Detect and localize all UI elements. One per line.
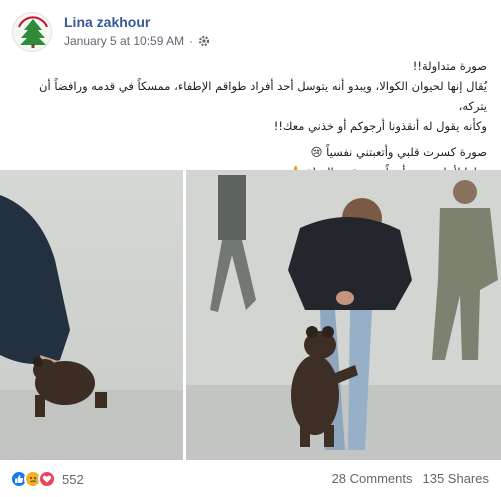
koala-firefighter-image bbox=[0, 170, 501, 460]
post-text-line: صورة كسرت قلبي وأتعبتني نفسياً 😢 bbox=[310, 145, 487, 159]
meta-separator: · bbox=[189, 34, 194, 48]
love-icon bbox=[38, 470, 56, 488]
post-text-line: يُقال إنها لحيوان الكوالا، ويبدو أنه يتو… bbox=[39, 79, 487, 113]
post-footer: 552 28 Comments 135 Shares bbox=[0, 462, 501, 497]
post-meta: January 5 at 10:59 AM · bbox=[64, 34, 210, 48]
timestamp[interactable]: January 5 at 10:59 AM bbox=[64, 34, 184, 48]
post-text-line: وكأنه يقول له أنقذونا أرجوكم أو خذني معك… bbox=[273, 119, 487, 133]
post-text: صورة متداولة!! يُقال إنها لحيوان الكوالا… bbox=[12, 56, 487, 182]
reactions-summary[interactable]: 552 bbox=[10, 470, 84, 488]
avatar[interactable] bbox=[12, 12, 52, 52]
gear-icon[interactable] bbox=[198, 35, 210, 47]
reaction-count: 552 bbox=[62, 471, 84, 487]
comments-count[interactable]: 28 Comments bbox=[332, 471, 413, 486]
post-stats: 28 Comments 135 Shares bbox=[332, 471, 489, 486]
author-name[interactable]: Lina zakhour bbox=[64, 14, 150, 30]
post-header: Lina zakhour January 5 at 10:59 AM · ··· bbox=[12, 12, 492, 52]
shares-count[interactable]: 135 Shares bbox=[423, 471, 490, 486]
post-text-line: صورة متداولة!! bbox=[412, 59, 487, 73]
photo-divider bbox=[183, 170, 186, 460]
post-photo[interactable] bbox=[0, 170, 501, 460]
cedar-logo-icon bbox=[14, 14, 51, 51]
facebook-post: Lina zakhour January 5 at 10:59 AM · ···… bbox=[0, 0, 501, 497]
